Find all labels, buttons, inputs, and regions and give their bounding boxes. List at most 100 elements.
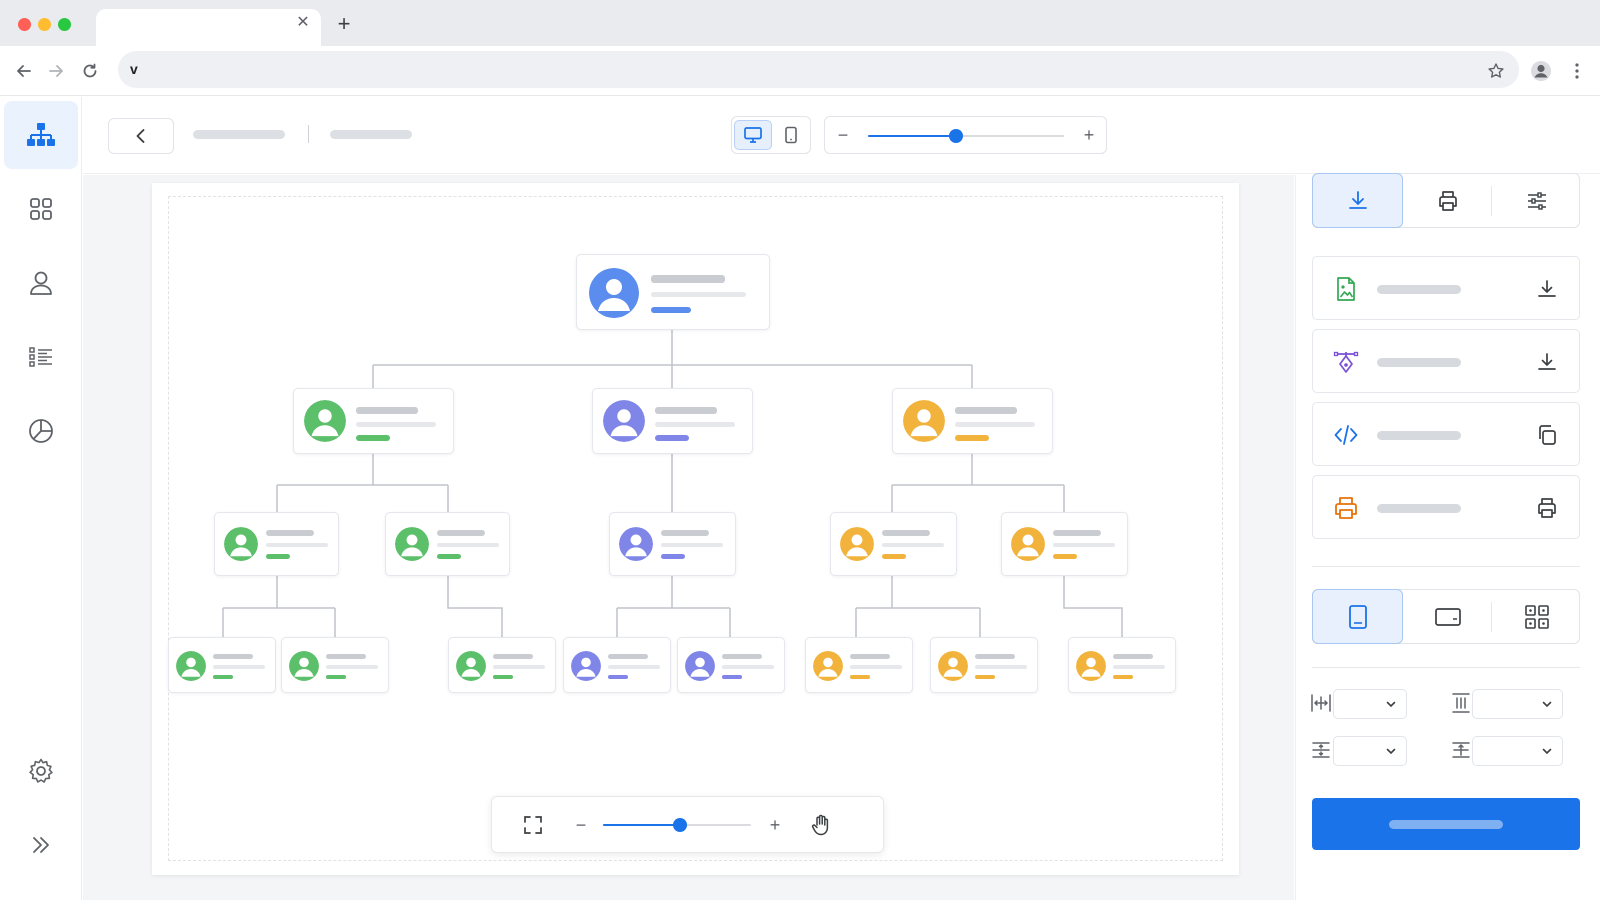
sidebar-item-settings[interactable] [4, 737, 78, 805]
browser-tab[interactable] [96, 9, 321, 46]
avatar [938, 651, 968, 681]
export-primary-button-label [1389, 820, 1503, 829]
window-close-dot[interactable] [18, 18, 31, 31]
node-name-placeholder [975, 654, 1015, 659]
address-bar[interactable]: v [118, 51, 1519, 88]
sidebar-expand[interactable] [4, 811, 78, 879]
back-arrow-icon[interactable] [12, 59, 36, 83]
window-minimize-dot[interactable] [38, 18, 51, 31]
minus-icon[interactable]: − [833, 124, 853, 146]
org-node[interactable] [214, 512, 339, 576]
node-title-placeholder [955, 422, 1035, 427]
org-node-orange-lead[interactable] [892, 388, 1053, 454]
app-sidebar [0, 97, 82, 900]
node-department-tag [326, 675, 346, 679]
avatar [813, 651, 843, 681]
desktop-view-button[interactable] [734, 120, 772, 150]
org-node[interactable] [448, 637, 556, 693]
zoom-in-button[interactable]: + [762, 812, 788, 838]
node-name-placeholder [1053, 530, 1101, 536]
org-node[interactable] [385, 512, 510, 576]
back-button[interactable] [108, 118, 174, 154]
avatar [1076, 651, 1106, 681]
chevron-down-icon [1542, 748, 1552, 755]
layout-landscape-button[interactable] [1402, 589, 1493, 644]
row-spacing-icon [1312, 742, 1330, 758]
node-title-placeholder [437, 543, 499, 547]
tablet-view-button[interactable] [772, 120, 810, 150]
sidebar-item-dashboard[interactable] [4, 175, 78, 243]
node-department-tag [955, 435, 989, 441]
forward-arrow-icon[interactable] [44, 59, 68, 83]
horizontal-spacing-select[interactable] [1333, 689, 1407, 719]
org-node[interactable] [830, 512, 957, 576]
tab-download[interactable] [1312, 173, 1403, 228]
download-icon[interactable] [1535, 277, 1559, 301]
org-node-purple-lead[interactable] [592, 388, 753, 454]
org-node[interactable] [1001, 512, 1128, 576]
org-node[interactable] [1068, 637, 1176, 693]
browser-tab-bar: ✕ + [0, 0, 1600, 46]
plus-icon[interactable]: + [1079, 124, 1099, 146]
avatar [840, 527, 874, 561]
fit-to-screen-button[interactable] [520, 812, 546, 838]
org-node[interactable] [168, 637, 276, 693]
download-icon[interactable] [1535, 350, 1559, 374]
editor-toolbar: − + [83, 97, 1600, 174]
sidebar-item-list[interactable] [4, 323, 78, 391]
export-option-label [1377, 504, 1461, 513]
row-spacing-select[interactable] [1333, 736, 1407, 766]
avatar [571, 651, 601, 681]
vertical-spacing-select[interactable] [1472, 689, 1563, 719]
node-name-placeholder [437, 530, 485, 536]
canvas-zoom-slider-thumb[interactable] [673, 818, 687, 832]
list-icon [29, 347, 52, 367]
canvas-zoom-slider[interactable] [603, 818, 751, 832]
org-node-green-lead[interactable] [293, 388, 454, 454]
export-option-image[interactable] [1312, 256, 1580, 320]
pan-tool-button[interactable] [808, 812, 834, 838]
org-node[interactable] [609, 512, 736, 576]
printer-icon[interactable] [1535, 496, 1559, 520]
breadcrumb-parent[interactable] [193, 130, 285, 139]
node-department-tag [975, 675, 995, 679]
window-maximize-dot[interactable] [58, 18, 71, 31]
sidebar-item-reports[interactable] [4, 397, 78, 465]
reload-icon[interactable] [78, 59, 102, 83]
toolbar-zoom-slider[interactable] [868, 129, 1064, 143]
node-title-placeholder [493, 665, 545, 669]
org-node[interactable] [281, 637, 389, 693]
export-option-vector[interactable] [1312, 329, 1580, 393]
node-title-placeholder [722, 665, 774, 669]
close-icon[interactable]: ✕ [293, 13, 313, 33]
layout-portrait-button[interactable] [1312, 589, 1403, 644]
sidebar-item-org-chart[interactable] [4, 101, 78, 169]
org-node[interactable] [563, 637, 671, 693]
org-node-root[interactable] [576, 254, 770, 330]
kebab-menu-icon[interactable] [1565, 59, 1589, 83]
zoom-out-button[interactable]: − [568, 812, 594, 838]
export-primary-button[interactable] [1312, 798, 1580, 850]
portrait-page-icon [1348, 604, 1367, 629]
node-department-tag [1053, 554, 1077, 559]
org-node[interactable] [805, 637, 913, 693]
layout-grid-button[interactable] [1491, 589, 1582, 644]
copy-icon[interactable] [1535, 423, 1559, 447]
toolbar-zoom-slider-thumb[interactable] [949, 129, 963, 143]
node-name-placeholder [955, 407, 1017, 414]
tab-settings[interactable] [1491, 173, 1582, 228]
org-node[interactable] [677, 637, 785, 693]
printer-icon [1438, 190, 1457, 211]
tab-print[interactable] [1402, 173, 1493, 228]
org-node[interactable] [930, 637, 1038, 693]
profile-icon[interactable] [1529, 59, 1553, 83]
export-option-print[interactable] [1312, 475, 1580, 539]
download-icon [1348, 190, 1367, 209]
sidebar-item-people[interactable] [4, 249, 78, 317]
star-icon[interactable] [1484, 59, 1508, 83]
node-name-placeholder [850, 654, 890, 659]
export-option-embed-code[interactable] [1312, 402, 1580, 466]
column-spacing-select[interactable] [1472, 736, 1563, 766]
plus-icon[interactable]: + [333, 13, 355, 35]
export-option-label [1377, 358, 1461, 367]
